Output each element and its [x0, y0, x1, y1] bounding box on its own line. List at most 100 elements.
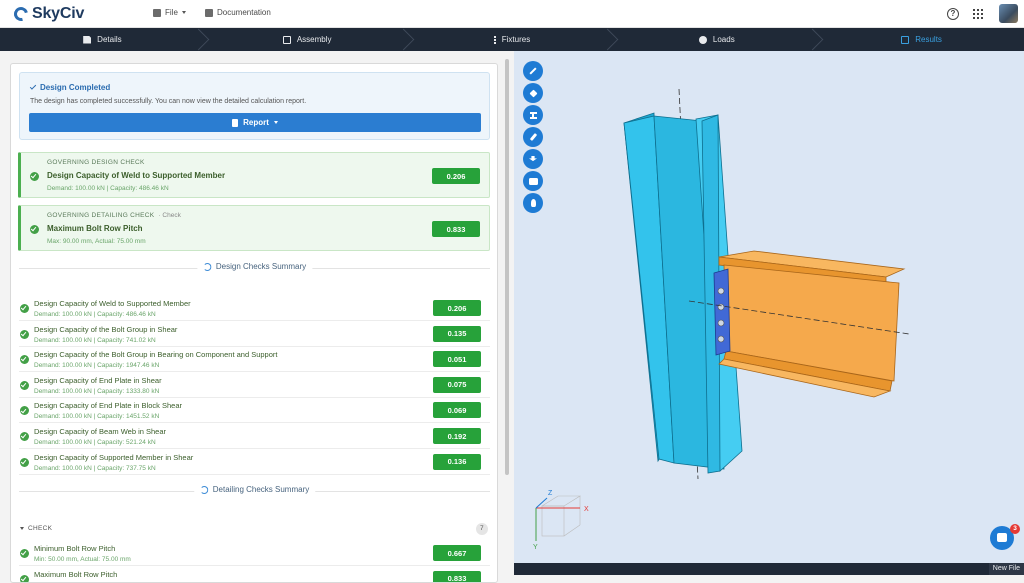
i-beam-icon[interactable] — [523, 105, 543, 125]
chevron-down-icon — [20, 527, 24, 530]
design_summary-row[interactable]: Design Capacity of End Plate in Shear Dem… — [19, 373, 490, 398]
documentation-link[interactable]: Documentation — [205, 8, 271, 17]
check-name: Minimum Bolt Row Pitch — [34, 544, 116, 553]
file-menu-label: File — [165, 8, 178, 17]
tab-details[interactable]: Details — [0, 28, 205, 51]
check-ratio: 0.075 — [433, 376, 481, 393]
calculator-icon — [901, 35, 910, 44]
tab-loads[interactable]: Loads — [614, 28, 819, 51]
design_summary-row[interactable]: Design Capacity of the Bolt Group in She… — [19, 322, 490, 347]
apps-grid-icon[interactable] — [973, 9, 983, 19]
check-circle-icon — [20, 457, 29, 467]
skyciv-logo[interactable]: SkyCiv — [11, 4, 85, 24]
chevron-down-icon — [181, 11, 186, 14]
axis-z-label: Z — [548, 490, 553, 497]
check-name: Design Capacity of End Plate in Block Sh… — [34, 401, 182, 411]
tab-assembly-label: Assembly — [296, 35, 332, 44]
check-group-header[interactable]: CHECK 7 — [19, 523, 490, 537]
results-sidebar: Design Completed The design has complete… — [0, 51, 512, 583]
pencil-icon[interactable] — [523, 61, 543, 81]
check-circle-icon — [20, 355, 29, 365]
model-viewer[interactable]: X Y Z — [514, 51, 1024, 563]
check-circle-icon — [20, 432, 29, 441]
new-file-button[interactable]: New File — [988, 563, 1024, 575]
chat-badge: 3 — [1010, 524, 1020, 534]
help-icon[interactable]: ? — [947, 8, 959, 20]
check-ratio: 0.135 — [433, 325, 481, 342]
tab-assembly[interactable]: Assembly — [205, 28, 410, 51]
file-menu[interactable]: File — [153, 8, 186, 17]
check-meta: Demand: 100.00 kN | Capacity: 737.75 kN — [34, 464, 156, 472]
check-ratio: 0.667 — [433, 545, 481, 561]
governing-design-label: GOVERNING DESIGN CHECK — [47, 159, 145, 166]
notice-title: Design Completed — [29, 83, 111, 92]
tab-results-label: Results — [915, 35, 942, 44]
top-header: SkyCiv File Documentation ? — [0, 0, 1024, 28]
tab-details-label: Details — [97, 35, 122, 44]
brand-name: SkyCiv — [32, 5, 85, 22]
governing-detailing-label: GOVERNING DETAILING CHECK · Check — [47, 212, 181, 219]
check-meta: Demand: 100.00 kN | Capacity: 741.02 kN — [34, 336, 156, 344]
governing-design-check[interactable]: GOVERNING DESIGN CHECK Design Capacity o… — [18, 152, 490, 198]
governing-detailing-ratio: 0.833 — [432, 221, 480, 237]
report-button[interactable]: Report — [29, 113, 481, 132]
book-icon — [205, 8, 213, 17]
details-icon — [83, 35, 92, 44]
check-name: Design Capacity of Beam Web in Shear — [34, 427, 167, 436]
sync-icon — [199, 485, 208, 494]
sync-icon — [202, 262, 211, 271]
detailing_summary-row[interactable]: Minimum Bolt Row Pitch Min: 50.00 mm, Act… — [19, 541, 490, 566]
check-circle-icon — [20, 329, 29, 339]
check-name: Design Capacity of Supported Member in S… — [34, 452, 194, 462]
check-meta: Demand: 100.00 kN | Capacity: 1333.80 kN — [34, 387, 160, 395]
governing-detailing-label-text: GOVERNING DETAILING CHECK — [47, 212, 155, 219]
results-scrollbar[interactable] — [505, 59, 509, 475]
check-meta: Demand: 100.00 kN | Capacity: 521.24 kN — [34, 439, 156, 446]
check-ratio: 0.136 — [433, 453, 481, 470]
detailing-checks-summary-label: Detailing Checks Summary — [212, 485, 310, 494]
axis-x-label: X — [584, 506, 589, 513]
governing-detailing-meta: Max: 90.00 mm, Actual: 75.00 mm — [47, 238, 146, 245]
download-icon[interactable] — [523, 149, 543, 169]
check-meta: Demand: 100.00 kN | Capacity: 1947.46 kN — [34, 362, 160, 370]
cube-icon[interactable] — [523, 83, 543, 103]
check-group-count: 7 — [476, 523, 488, 535]
governing-design-name: Design Capacity of Weld to Supported Mem… — [47, 171, 226, 180]
results-panel: Design Completed The design has complete… — [10, 63, 498, 583]
camera-icon[interactable] — [523, 171, 543, 191]
check-circle-icon — [20, 406, 29, 416]
governing-detailing-check[interactable]: GOVERNING DETAILING CHECK · Check Maximum… — [18, 205, 490, 251]
check-ratio: 0.051 — [433, 351, 481, 368]
logo-icon — [11, 4, 31, 24]
governing-detailing-name: Maximum Bolt Row Pitch — [47, 224, 143, 233]
notice-description: The design has completed successfully. Y… — [30, 98, 307, 105]
design_summary-row[interactable]: Design Capacity of Beam Web in Shear Dema… — [19, 424, 490, 449]
check-name: Design Capacity of End Plate in Shear — [34, 375, 162, 385]
avatar[interactable] — [999, 4, 1018, 23]
tab-results[interactable]: Results — [819, 28, 1024, 51]
brush-icon[interactable] — [523, 127, 543, 147]
check-circle-icon — [30, 225, 39, 234]
dots-vertical-icon — [493, 35, 496, 44]
design_summary-row[interactable]: Design Capacity of Supported Member in S… — [19, 450, 490, 475]
check-ratio: 0.206 — [433, 300, 481, 316]
design_summary-row[interactable]: Design Capacity of the Bolt Group in Bea… — [19, 347, 490, 373]
governing-design-meta: Demand: 100.00 kN | Capacity: 486.46 kN — [47, 185, 169, 192]
check-group-label: CHECK — [28, 525, 53, 532]
viewer-footer: New File — [514, 563, 1024, 575]
design-completed-notice: Design Completed The design has complete… — [19, 72, 490, 140]
axis-y-label: Y — [533, 544, 538, 551]
connection-3d-model[interactable]: X Y Z — [514, 51, 1024, 563]
notice-title-text: Design Completed — [40, 83, 111, 92]
design-checks-summary-label: Design Checks Summary — [215, 262, 307, 271]
check-icon — [29, 83, 37, 90]
check-circle-icon — [20, 574, 29, 582]
design_summary-row[interactable]: Design Capacity of Weld to Supported Mem… — [19, 296, 490, 321]
design-checks-summary-title: Design Checks Summary — [19, 262, 490, 274]
bulb-icon[interactable] — [523, 193, 543, 213]
governing-design-ratio: 0.206 — [432, 168, 480, 184]
check-circle-icon — [20, 549, 29, 558]
tab-fixtures[interactable]: Fixtures — [410, 28, 615, 51]
design_summary-row[interactable]: Design Capacity of End Plate in Block Sh… — [19, 398, 490, 424]
check-meta: Demand: 100.00 kN | Capacity: 486.46 kN — [34, 311, 156, 318]
